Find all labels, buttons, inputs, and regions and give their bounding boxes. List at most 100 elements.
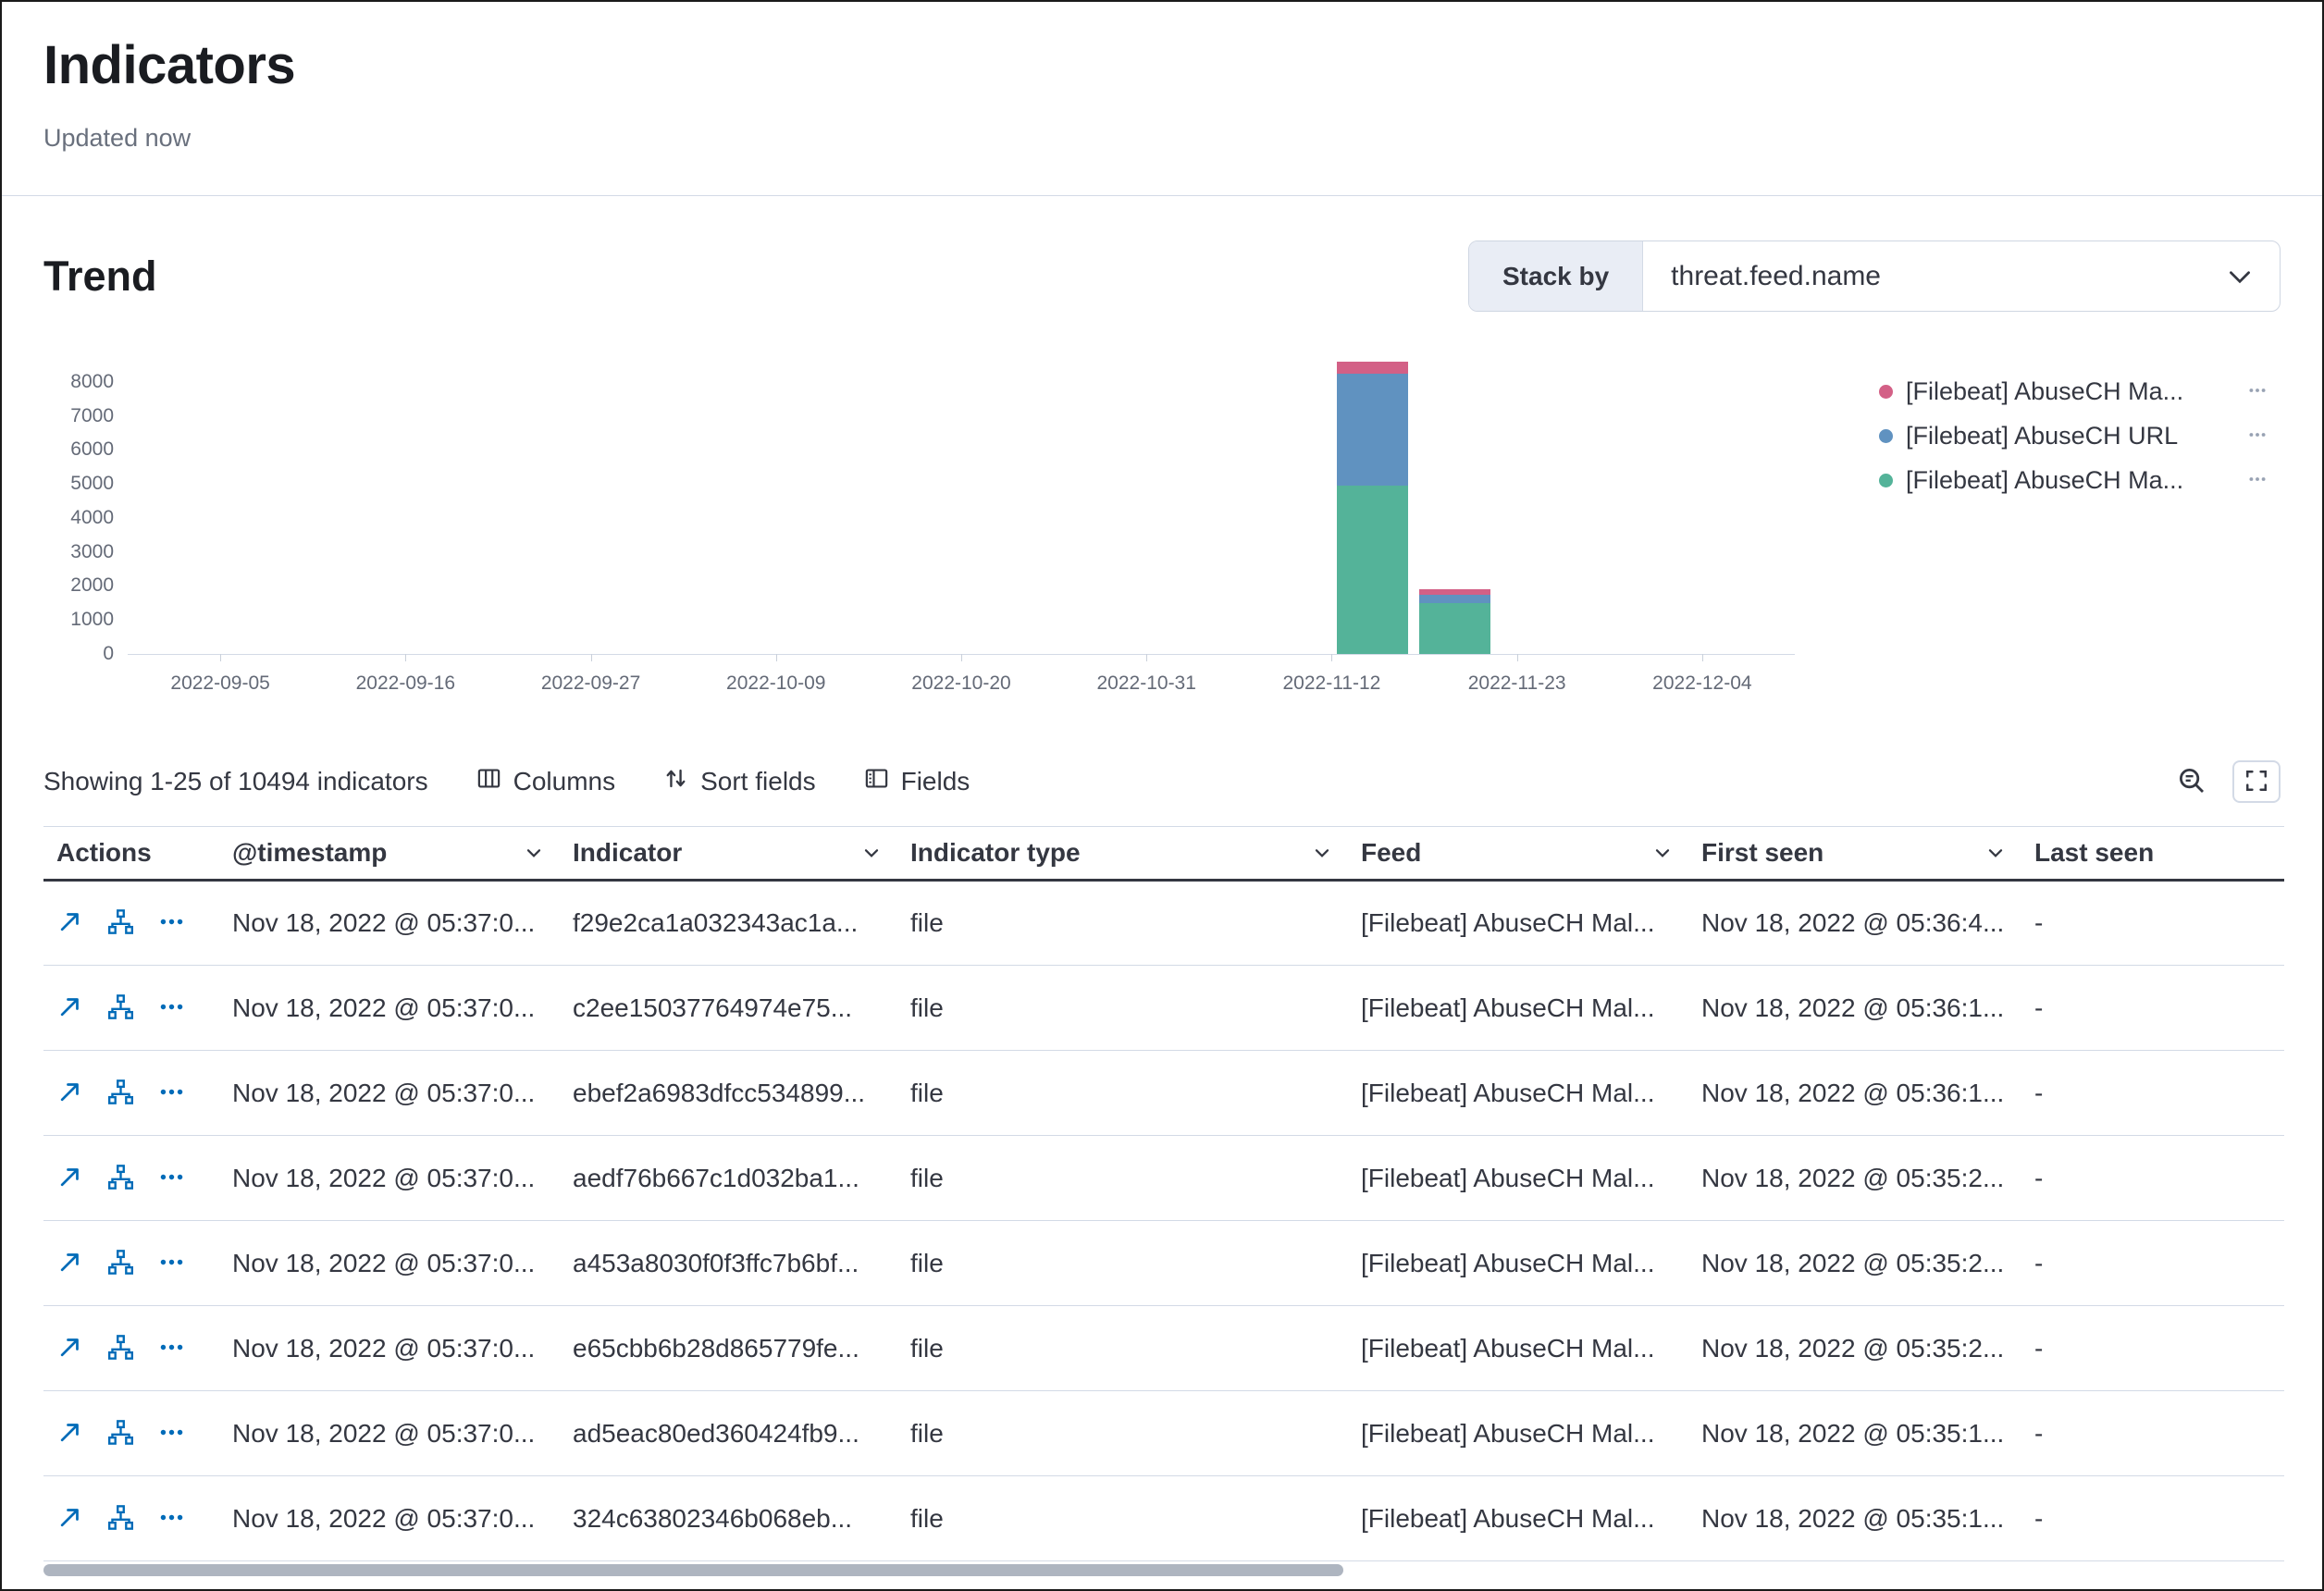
fullscreen-button[interactable]: [2232, 760, 2281, 803]
feed-cell: [Filebeat] AbuseCH Mal...: [1348, 1391, 1688, 1476]
column-menu-chevron-icon[interactable]: [1984, 842, 2007, 864]
investigate-timeline-button[interactable]: [107, 908, 134, 938]
feed-cell: [Filebeat] AbuseCH Mal...: [1348, 1051, 1688, 1136]
column-header-indicator[interactable]: Indicator: [560, 827, 897, 881]
column-header-label: Last seen: [2034, 838, 2154, 868]
investigate-timeline-button[interactable]: [107, 993, 134, 1023]
horizontal-scrollbar-thumb[interactable]: [43, 1564, 1343, 1576]
column-menu-chevron-icon[interactable]: [1311, 842, 1333, 864]
expand-row-icon: [56, 1419, 83, 1449]
open-detail-button[interactable]: [56, 993, 83, 1023]
feed-cell: [Filebeat] AbuseCH Mal...: [1348, 966, 1688, 1051]
feed-cell: [Filebeat] AbuseCH Mal...: [1348, 1221, 1688, 1306]
investigate-timeline-button[interactable]: [107, 1164, 134, 1193]
timestamp-cell: Nov 18, 2022 @ 05:37:0...: [219, 1051, 560, 1136]
expand-row-icon: [56, 993, 83, 1023]
legend-color-dot: [1879, 385, 1893, 399]
indicator-type-cell: file: [897, 1476, 1348, 1561]
more-actions-icon: [158, 908, 185, 938]
legend-item[interactable]: [Filebeat] AbuseCH Ma...: [1879, 458, 2268, 502]
investigate-timeline-icon: [107, 908, 134, 938]
legend-actions-icon: [2247, 380, 2268, 403]
table-row: Nov 18, 2022 @ 05:37:0... aedf76b667c1d0…: [43, 1136, 2284, 1221]
column-menu-chevron-icon[interactable]: [523, 842, 545, 864]
y-axis-label: 2000: [43, 574, 114, 598]
legend-actions-button[interactable]: [2247, 469, 2268, 492]
more-actions-button[interactable]: [158, 1164, 185, 1193]
fields-button-label: Fields: [901, 767, 970, 796]
y-axis-label: 0: [43, 642, 114, 666]
more-actions-button[interactable]: [158, 993, 185, 1023]
indicators-page: Indicators Updated now Trend Stack by th…: [0, 0, 2324, 1591]
table-row: Nov 18, 2022 @ 05:37:0... ad5eac80ed3604…: [43, 1391, 2284, 1476]
fullscreen-icon: [2244, 769, 2268, 796]
column-header-label: Feed: [1361, 838, 1421, 868]
more-actions-button[interactable]: [158, 908, 185, 938]
open-detail-button[interactable]: [56, 908, 83, 938]
y-axis-label: 6000: [43, 438, 114, 462]
timestamp-cell: Nov 18, 2022 @ 05:37:0...: [219, 1476, 560, 1561]
more-actions-icon: [158, 1419, 185, 1449]
investigate-timeline-icon: [107, 993, 134, 1023]
column-header-first_seen[interactable]: First seen: [1688, 827, 2021, 881]
inspect-button[interactable]: [2177, 766, 2207, 798]
column-header-label: @timestamp: [232, 838, 387, 868]
columns-button[interactable]: Columns: [476, 766, 615, 797]
column-header-feed[interactable]: Feed: [1348, 827, 1688, 881]
more-actions-button[interactable]: [158, 1249, 185, 1278]
table-row: Nov 18, 2022 @ 05:37:0... ebef2a6983dfcc…: [43, 1051, 2284, 1136]
stack-by-select[interactable]: Stack by threat.feed.name: [1468, 240, 2281, 312]
legend-actions-button[interactable]: [2247, 380, 2268, 403]
fields-button[interactable]: Fields: [864, 766, 970, 797]
stack-by-value: threat.feed.name: [1643, 261, 2224, 292]
x-axis-tick: [776, 654, 777, 661]
open-detail-button[interactable]: [56, 1079, 83, 1108]
first-seen-cell: Nov 18, 2022 @ 05:36:1...: [1688, 1051, 2021, 1136]
legend-actions-icon: [2247, 425, 2268, 448]
column-header-timestamp[interactable]: @timestamp: [219, 827, 560, 881]
chart-legend: [Filebeat] AbuseCH Ma... [Filebeat] Abus…: [1848, 354, 2281, 708]
x-axis-tick: [1517, 654, 1518, 661]
expand-row-icon: [56, 1504, 83, 1534]
inspect-icon: [2177, 766, 2207, 798]
column-header-actions[interactable]: Actions: [43, 827, 219, 881]
trend-heading: Trend: [43, 253, 157, 301]
column-menu-chevron-icon[interactable]: [1651, 842, 1674, 864]
investigate-timeline-button[interactable]: [107, 1334, 134, 1363]
open-detail-button[interactable]: [56, 1249, 83, 1278]
more-actions-button[interactable]: [158, 1419, 185, 1449]
open-detail-button[interactable]: [56, 1164, 83, 1193]
more-actions-button[interactable]: [158, 1504, 185, 1534]
open-detail-button[interactable]: [56, 1504, 83, 1534]
x-axis-tick: [220, 654, 221, 661]
first-seen-cell: Nov 18, 2022 @ 05:35:2...: [1688, 1306, 2021, 1391]
legend-item[interactable]: [Filebeat] AbuseCH Ma...: [1879, 369, 2268, 413]
x-axis-label: 2022-10-31: [1054, 672, 1239, 695]
feed-cell: [Filebeat] AbuseCH Mal...: [1348, 1136, 1688, 1221]
open-detail-button[interactable]: [56, 1334, 83, 1363]
legend-actions-icon: [2247, 469, 2268, 492]
legend-actions-button[interactable]: [2247, 425, 2268, 448]
investigate-timeline-button[interactable]: [107, 1419, 134, 1449]
more-actions-icon: [158, 1334, 185, 1363]
legend-item-label: [Filebeat] AbuseCH Ma...: [1906, 377, 2183, 406]
investigate-timeline-button[interactable]: [107, 1249, 134, 1278]
first-seen-cell: Nov 18, 2022 @ 05:35:2...: [1688, 1221, 2021, 1306]
column-header-indicator_type[interactable]: Indicator type: [897, 827, 1348, 881]
legend-item[interactable]: [Filebeat] AbuseCH URL: [1879, 413, 2268, 458]
more-actions-button[interactable]: [158, 1334, 185, 1363]
feed-cell: [Filebeat] AbuseCH Mal...: [1348, 1476, 1688, 1561]
investigate-timeline-button[interactable]: [107, 1079, 134, 1108]
open-detail-button[interactable]: [56, 1419, 83, 1449]
indicator-cell: ebef2a6983dfcc534899...: [560, 1051, 897, 1136]
more-actions-button[interactable]: [158, 1079, 185, 1108]
last-seen-cell: -: [2021, 1306, 2284, 1391]
column-menu-chevron-icon[interactable]: [860, 842, 883, 864]
updated-status: Updated now: [43, 124, 2281, 153]
indicator-type-cell: file: [897, 1306, 1348, 1391]
column-header-last_seen[interactable]: Last seen: [2021, 827, 2284, 881]
column-header-label: First seen: [1701, 838, 1823, 868]
investigate-timeline-button[interactable]: [107, 1504, 134, 1534]
sort-fields-button[interactable]: Sort fields: [663, 766, 816, 797]
x-axis-label: 2022-10-20: [869, 672, 1054, 695]
